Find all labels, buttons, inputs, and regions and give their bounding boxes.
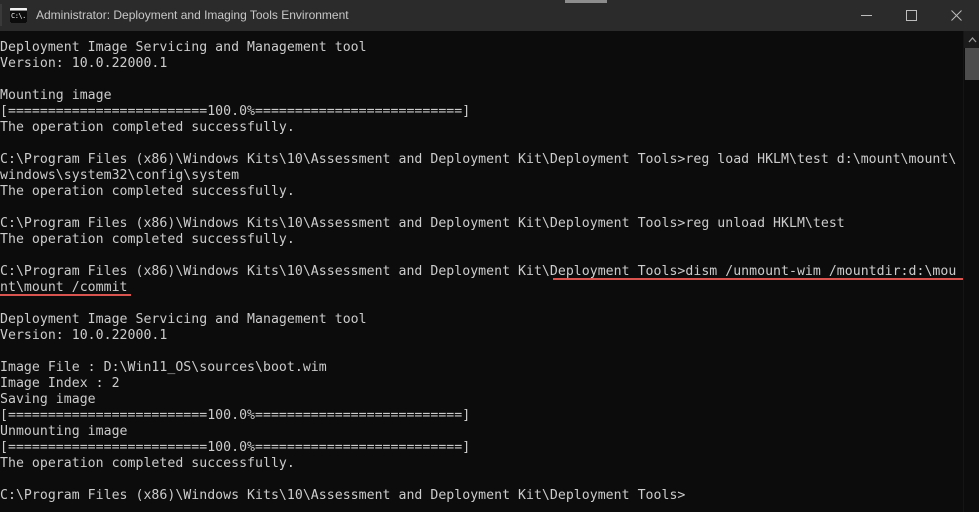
terminal-line [0, 200, 956, 216]
terminal-line: C:\Program Files (x86)\Windows Kits\10\A… [0, 216, 956, 232]
terminal-line: The operation completed successfully. [0, 456, 956, 472]
maximize-icon [906, 10, 917, 21]
terminal-line: The operation completed successfully. [0, 232, 956, 248]
terminal-line: Image File : D:\Win11_OS\sources\boot.wi… [0, 360, 956, 376]
terminal-line: Deployment Image Servicing and Managemen… [0, 312, 956, 328]
terminal-line: Saving image [0, 392, 956, 408]
window-controls [844, 0, 979, 31]
terminal-line [0, 344, 956, 360]
console-output-area[interactable]: Deployment Image Servicing and Managemen… [0, 31, 963, 512]
terminal-line: C:\Program Files (x86)\Windows Kits\10\A… [0, 264, 956, 280]
title-bar[interactable]: C:\. Administrator: Deployment and Imagi… [0, 0, 979, 32]
cmd-icon-prompt: C:\. [10, 11, 27, 23]
terminal-line [0, 296, 956, 312]
scroll-up-arrow[interactable] [964, 31, 979, 48]
terminal-line [0, 136, 956, 152]
window-title: Administrator: Deployment and Imaging To… [36, 0, 349, 31]
terminal-line: Unmounting image [0, 424, 956, 440]
terminal-line: Deployment Image Servicing and Managemen… [0, 40, 956, 56]
close-button[interactable] [934, 0, 979, 31]
terminal-line: Mounting image [0, 88, 956, 104]
close-icon [951, 10, 962, 21]
terminal-line: C:\Program Files (x86)\Windows Kits\10\A… [0, 152, 956, 168]
terminal-line: windows\system32\config\system [0, 168, 956, 184]
snap-layout-hint [565, 0, 607, 3]
terminal-line: C:\Program Files (x86)\Windows Kits\10\A… [0, 488, 956, 504]
terminal-line: [=========================100.0%========… [0, 440, 956, 456]
terminal-line: Version: 10.0.22000.1 [0, 328, 956, 344]
minimize-icon [861, 10, 872, 21]
terminal-line: nt\mount /commit [0, 280, 956, 296]
terminal-line: [=========================100.0%========… [0, 408, 956, 424]
terminal-line [0, 248, 956, 264]
terminal-line: [=========================100.0%========… [0, 104, 956, 120]
terminal-line: Image Index : 2 [0, 376, 956, 392]
console-window: C:\. Administrator: Deployment and Imagi… [0, 0, 979, 512]
cmd-icon[interactable]: C:\. [10, 8, 27, 23]
terminal-line [0, 472, 956, 488]
titlebar-left-edge [0, 4, 2, 26]
maximize-button[interactable] [889, 0, 934, 31]
chevron-up-icon [968, 37, 977, 43]
terminal-text: Deployment Image Servicing and Managemen… [0, 40, 956, 504]
scrollbar-thumb[interactable] [965, 48, 979, 80]
terminal-line: Version: 10.0.22000.1 [0, 56, 956, 72]
terminal-line: The operation completed successfully. [0, 120, 956, 136]
vertical-scrollbar[interactable] [963, 31, 979, 512]
terminal-line [0, 72, 956, 88]
minimize-button[interactable] [844, 0, 889, 31]
terminal-line: The operation completed successfully. [0, 184, 956, 200]
